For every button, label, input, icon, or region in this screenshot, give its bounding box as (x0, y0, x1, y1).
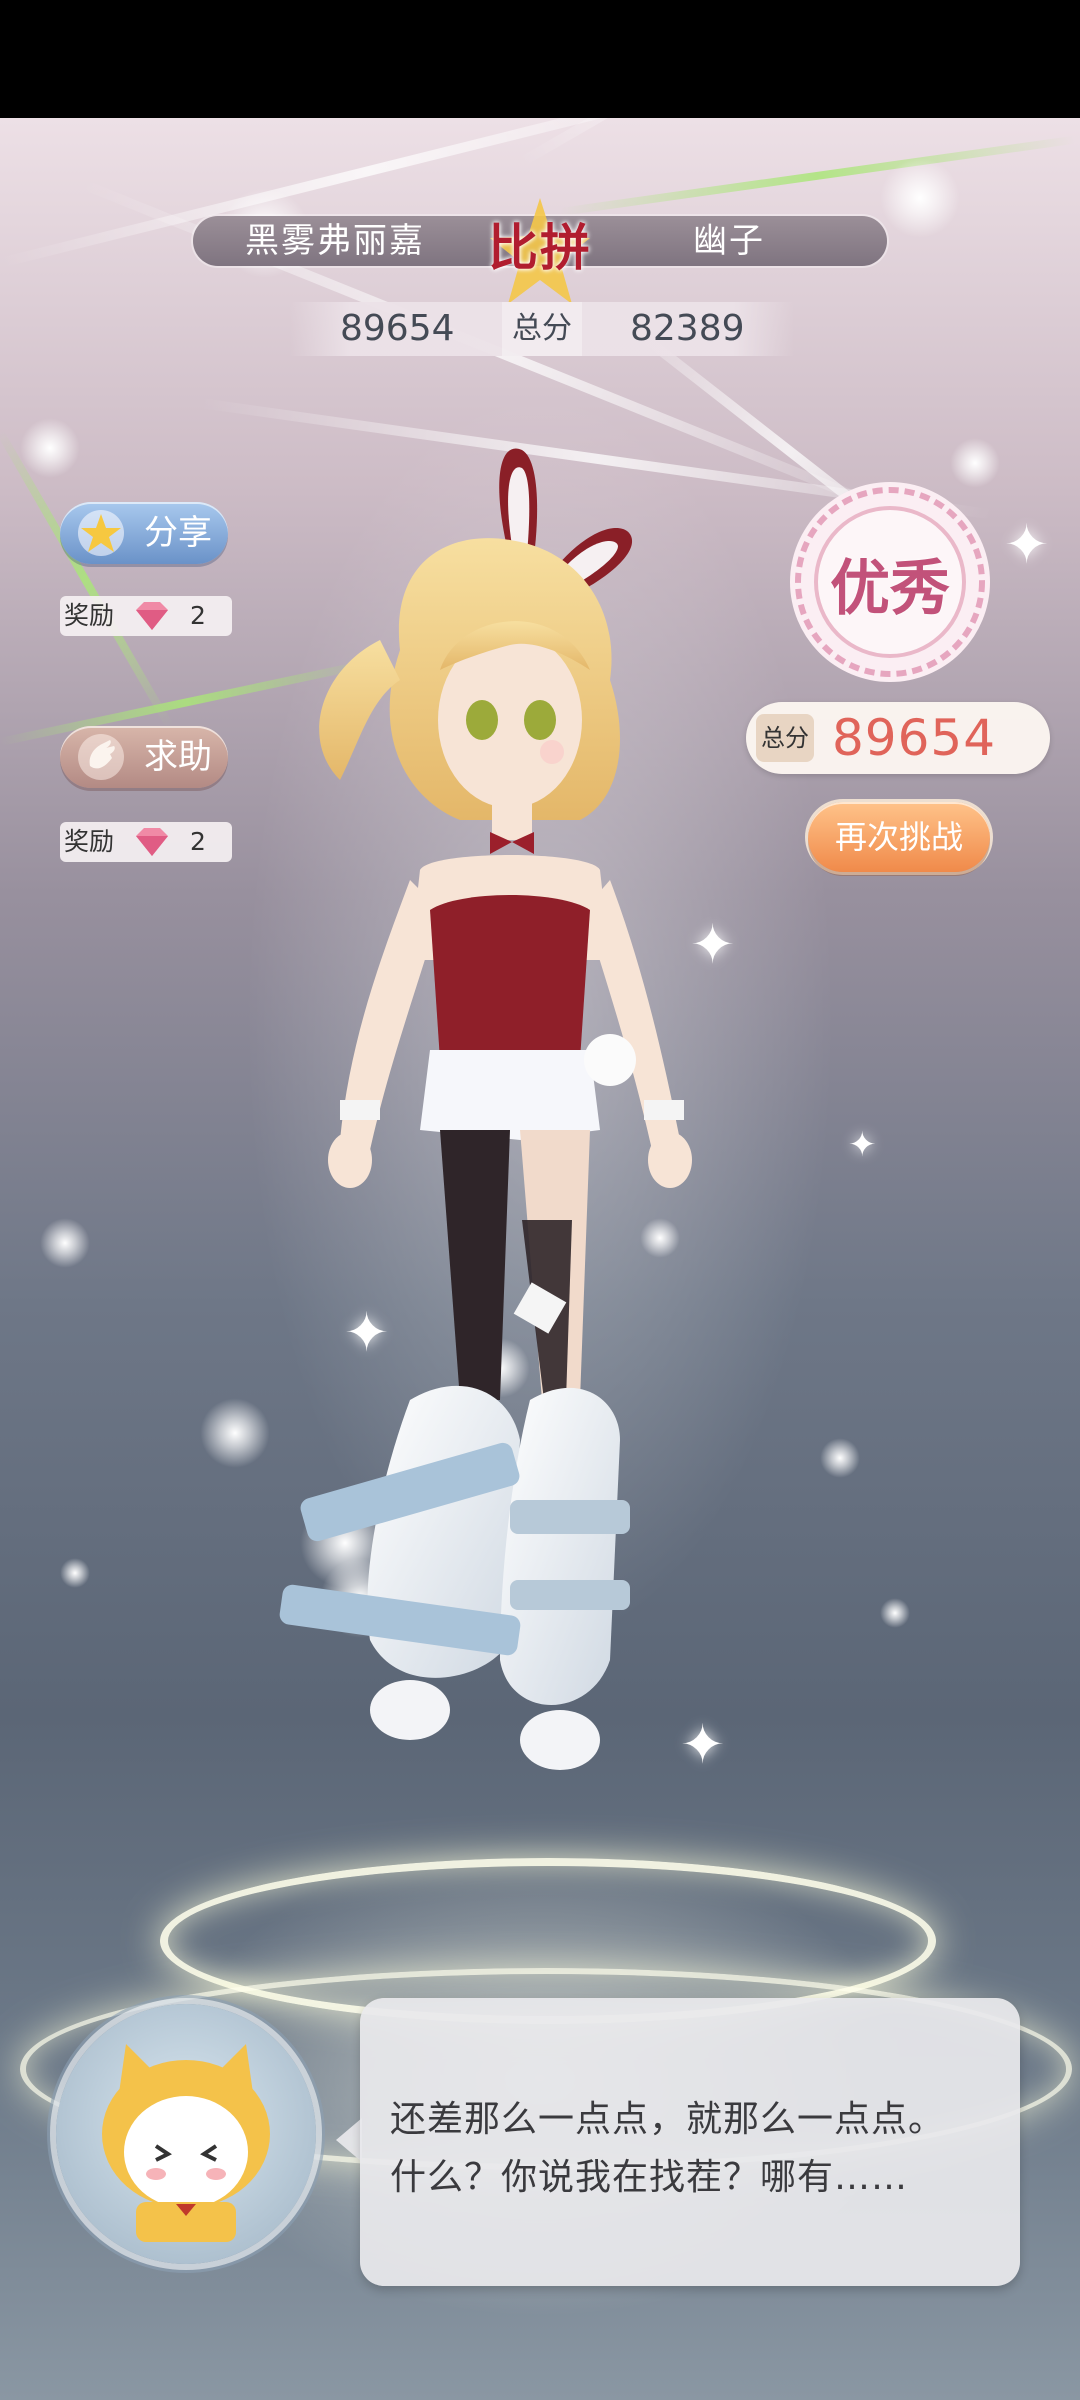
player-left-name: 黑雾弗丽嘉 (245, 221, 425, 261)
star-hand-icon (78, 510, 124, 556)
versus-label: 比拼 (488, 219, 592, 277)
gem-icon (136, 828, 168, 856)
share-reward-count: 2 (190, 601, 206, 630)
rating-text: 优秀 (830, 554, 950, 624)
sparkle (60, 1558, 90, 1588)
score-right: 82389 (630, 308, 745, 349)
dialog-line-2: 什么？你说我在找茬？哪有…… (390, 2157, 909, 2198)
dialog-line-1: 还差那么一点点，就那么一点点。 (390, 2099, 946, 2140)
cat-mascot-icon (102, 2044, 270, 2242)
sparkle (820, 1438, 860, 1478)
score-bar: 89654 总分 82389 (290, 302, 794, 356)
total-score-value: 89654 (832, 709, 997, 767)
green-light-beam (559, 135, 1076, 216)
gem-icon (136, 602, 168, 630)
help-reward-label: 奖励 (64, 827, 115, 856)
help-reward: 奖励 2 (60, 822, 232, 862)
sparkle (880, 158, 960, 238)
rating-seal: 优秀 (786, 478, 994, 686)
dialog-tail (336, 2118, 362, 2162)
total-score-box: 总分 89654 (746, 702, 1050, 774)
hand-icon (78, 734, 124, 780)
help-button-label: 求助 (144, 737, 212, 777)
sparkle (40, 1218, 90, 1268)
share-reward: 奖励 2 (60, 596, 232, 636)
player-right-name: 幽子 (693, 221, 765, 261)
game-screen: ✦ ✦ ✦ ✦ ✦ 黑雾弗丽嘉 幽子 比拼 89654 总分 82389 分享 … (0, 0, 1080, 2400)
sparkle (880, 1598, 910, 1628)
share-button-label: 分享 (144, 513, 212, 553)
green-light-beam (0, 430, 174, 729)
share-button[interactable]: 分享 (60, 502, 228, 564)
mascot-avatar (56, 2004, 316, 2264)
help-button[interactable]: 求助 (60, 726, 228, 788)
versus-badge: 比拼 (470, 196, 610, 306)
sparkle-star: ✦ (1004, 513, 1050, 576)
character-illustration (279, 448, 692, 1770)
help-reward-count: 2 (190, 827, 206, 856)
total-score-label: 总分 (756, 714, 814, 762)
retry-button[interactable]: 再次挑战 (808, 802, 990, 872)
dialog-box[interactable]: 还差那么一点点，就那么一点点。 什么？你说我在找茬？哪有…… (360, 1998, 1020, 2286)
score-left: 89654 (340, 308, 455, 349)
sparkle (20, 418, 80, 478)
score-label: 总分 (502, 302, 582, 356)
sparkle-star: ✦ (848, 1125, 877, 1165)
status-bar (0, 0, 1080, 118)
share-reward-label: 奖励 (64, 601, 115, 630)
